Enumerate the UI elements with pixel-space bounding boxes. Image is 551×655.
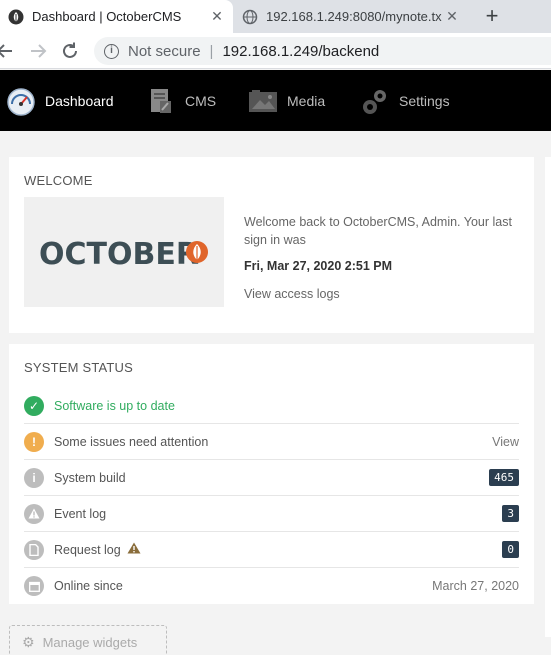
status-row-online-since: Online since March 27, 2020 (24, 568, 519, 604)
status-row-build: i System build 465 (24, 460, 519, 496)
new-tab-button[interactable]: + (478, 3, 506, 31)
view-access-logs-link[interactable]: View access logs (244, 287, 340, 301)
file-icon (24, 539, 44, 560)
backend-main-nav: Dashboard CMS Media Settings (0, 70, 551, 131)
back-arrow-icon[interactable] (0, 40, 16, 62)
dashboard-main: WELCOME OCTOBER Welcome back to OctoberC… (0, 131, 551, 655)
status-row-issues: ! Some issues need attention View (24, 424, 519, 460)
status-row-request-log: Request log 0 (24, 532, 519, 568)
last-sign-in-date: Fri, Mar 27, 2020 2:51 PM (244, 259, 392, 273)
manage-widgets-label: Manage widgets (42, 634, 138, 650)
url-text[interactable]: 192.168.1.249/backend (222, 43, 379, 60)
octobercms-favicon-icon (8, 9, 24, 25)
nav-item-settings[interactable]: Settings (360, 70, 450, 131)
address-separator: | (209, 42, 214, 60)
nav-label: Dashboard (45, 92, 114, 109)
media-icon (248, 86, 278, 116)
status-label: Some issues need attention (54, 434, 209, 449)
status-label: System build (54, 470, 126, 485)
browser-tab-strip: Dashboard | OctoberCMS ✕ 192.168.1.249:8… (0, 0, 551, 33)
nav-label: Media (287, 92, 326, 109)
dashboard-gauge-icon (6, 86, 36, 116)
request-log-count-badge[interactable]: 0 (502, 541, 519, 558)
status-label: Software is up to date (54, 398, 175, 413)
online-since-date: March 27, 2020 (432, 579, 519, 593)
side-widget-edge (545, 157, 551, 637)
tab-dashboard[interactable]: Dashboard | OctoberCMS ✕ (0, 0, 233, 33)
tab-mynote[interactable]: 192.168.1.249:8080/mynote.tx ✕ (234, 0, 468, 33)
check-icon: ✓ (24, 395, 44, 416)
exclamation-icon: ! (24, 431, 44, 452)
october-logo: OCTOBER (24, 197, 224, 307)
security-status: Not secure (128, 42, 201, 60)
info-icon[interactable]: i (104, 43, 119, 59)
logo-wordmark: OCTOBER (39, 237, 199, 272)
welcome-message: Welcome back to OctoberCMS, Admin. Your … (244, 215, 512, 247)
tab-close-icon[interactable]: ✕ (442, 8, 462, 25)
event-log-count-badge[interactable]: 3 (502, 505, 519, 522)
info-icon: i (24, 467, 44, 488)
request-log-warning-icon (127, 542, 141, 557)
manage-widgets-button[interactable]: ⚙ Manage widgets (9, 625, 167, 655)
widget-title: SYSTEM STATUS (24, 360, 134, 375)
nav-item-media[interactable]: Media (248, 70, 325, 131)
nav-item-cms[interactable]: CMS (146, 70, 216, 131)
status-row-software: ✓ Software is up to date (24, 388, 519, 424)
status-row-event-log: Event log 3 (24, 496, 519, 532)
browser-toolbar: i Not secure | 192.168.1.249/backend (0, 33, 551, 69)
cms-icon (146, 86, 176, 116)
view-issues-link[interactable]: View (492, 435, 519, 449)
reload-icon[interactable] (59, 40, 81, 62)
nav-label: CMS (185, 92, 217, 109)
forward-arrow-icon[interactable] (27, 40, 49, 62)
gears-icon: ⚙ (22, 633, 35, 650)
system-status-widget: SYSTEM STATUS ✓ Software is up to date !… (9, 344, 534, 604)
status-label: Event log (54, 506, 107, 521)
calendar-icon (24, 576, 44, 596)
address-bar[interactable]: i Not secure | 192.168.1.249/backend (94, 37, 551, 65)
tab-title: Dashboard | OctoberCMS (32, 9, 182, 24)
globe-icon (242, 9, 258, 25)
nav-item-dashboard[interactable]: Dashboard (6, 70, 114, 131)
widget-title: WELCOME (24, 173, 93, 188)
status-label: Online since (54, 579, 123, 593)
tab-close-icon[interactable]: ✕ (207, 8, 227, 25)
warning-icon (24, 503, 44, 524)
tab-title: 192.168.1.249:8080/mynote.tx (266, 9, 442, 24)
status-label: Request log (54, 542, 121, 557)
settings-gears-icon (360, 86, 390, 116)
welcome-widget: WELCOME OCTOBER Welcome back to OctoberC… (9, 157, 534, 333)
build-number-badge[interactable]: 465 (489, 469, 519, 486)
nav-label: Settings (399, 92, 450, 109)
